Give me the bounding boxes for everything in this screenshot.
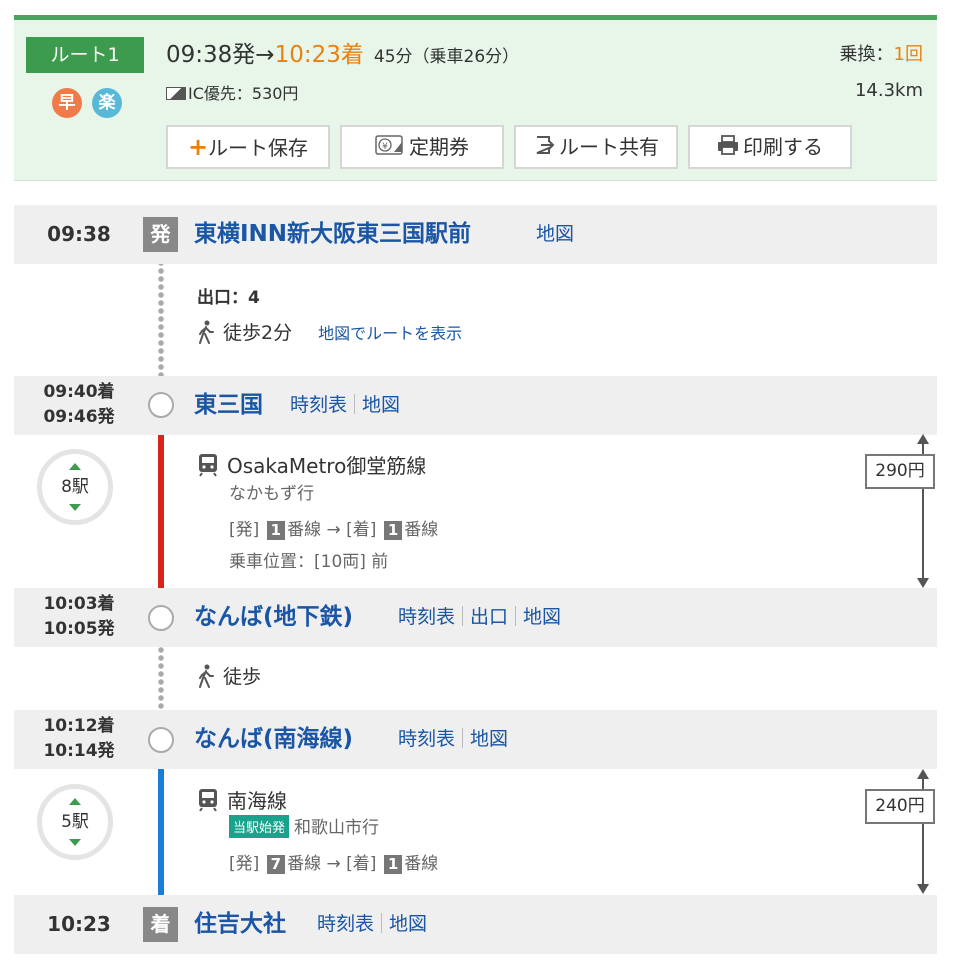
destination-station-row: 10:23 着 住吉大社 時刻表 地図 [14,895,937,954]
expand-up-icon [69,798,81,805]
nankai-line-bar [158,752,164,912]
origin-station-row: 09:38 発 東横INN新大阪東三国駅前 地図 [14,205,937,264]
timetable-link[interactable]: 時刻表 [317,913,374,935]
map-link[interactable]: 地図 [362,394,400,416]
walk-label: 徒歩 [223,666,262,688]
segment-fare: 290円 [865,454,935,489]
map-link[interactable]: 地図 [389,913,427,935]
save-route-button[interactable]: +ルート保存 [166,125,330,169]
transfer-count: 乗換：1回 [839,44,923,65]
walk-duration: 徒歩2分 [223,322,293,344]
time-arrow: → [255,42,275,68]
platform-info: [発] 7 番線 → [着] 1 番線 [229,854,439,874]
map-link[interactable]: 地図 [536,223,574,245]
route-label: ルート1 [26,37,144,73]
map-link[interactable]: 地図 [523,606,561,628]
arrival-time: 10:23 [47,912,111,936]
stop-count-badge[interactable]: 5駅 [37,784,113,860]
station-name[interactable]: なんば(地下鉄) [194,588,353,647]
station-node [148,605,174,631]
exit-link[interactable]: 出口 [470,606,508,628]
station-name[interactable]: 東横INN新大阪東三国駅前 [194,205,471,264]
train-line: OsakaMetro御堂筋線 [197,450,426,479]
platform-info: [発] 1 番線 → [着] 1 番線 [229,520,439,540]
print-button[interactable]: 印刷する [688,125,852,169]
commuter-pass-icon: ¥ [375,135,403,155]
station-node [148,392,174,418]
midosuji-line-bar [158,417,164,607]
duration: 45分（乗車26分） [373,47,520,67]
train-line: 南海線 [197,785,287,814]
walk-segment: 徒歩2分 地図でルートを表示 [197,318,462,345]
walk-segment: 徒歩 [197,662,261,689]
fare-range-bottom-arrow [917,578,929,588]
line-name[interactable]: OsakaMetro御堂筋線 [227,454,426,478]
fare-range-bottom-arrow [917,884,929,894]
walking-icon [199,320,214,344]
map-link[interactable]: 地図 [470,728,508,750]
boarding-position: 乗車位置：[10両] 前 [229,552,389,572]
departure-time: 09:38 [47,222,111,246]
station-name[interactable]: 住吉大社 [194,895,286,954]
arr-dep-times: 10:12着 10:14発 [43,716,115,761]
fastest-badge: 早 [52,88,82,118]
train-icon [199,789,217,812]
stop-count-badge[interactable]: 8駅 [37,449,113,525]
direction: なかもず行 [229,484,314,504]
walk-dotted-line [158,251,164,387]
fare-text: IC優先：530円 [188,84,299,103]
ic-card-icon [166,87,186,100]
route-summary: ルート1 早 楽 09:38発→10:23着 45分（乗車26分） IC優先：53… [14,15,937,181]
segment-fare: 240円 [865,789,935,824]
station-name[interactable]: なんば(南海線) [194,710,353,769]
station-node [148,727,174,753]
easiest-badge: 楽 [92,88,122,118]
line-name[interactable]: 南海線 [227,789,287,813]
station-name[interactable]: 東三国 [194,376,263,435]
direction: 当駅始発 和歌山市行 [229,813,379,838]
train-icon [199,454,217,477]
commuter-pass-button[interactable]: ¥ 定期券 [340,125,504,169]
arr-dep-times: 10:03着 10:05発 [43,594,115,639]
expand-up-icon [69,463,81,470]
departure-time: 09:38発 [166,42,256,68]
show-route-on-map-link[interactable]: 地図でルートを表示 [318,324,462,343]
timetable-link[interactable]: 時刻表 [398,606,455,628]
plus-icon: + [187,133,209,161]
timetable-link[interactable]: 時刻表 [290,394,347,416]
arr-dep-times: 09:40着 09:46発 [43,382,115,427]
printer-icon [718,135,738,155]
timetable-link[interactable]: 時刻表 [398,728,455,750]
expand-down-icon [69,839,81,846]
fare-summary: IC優先：530円 [166,80,298,104]
expand-down-icon [69,504,81,511]
arrival-time: 10:23着 [274,42,364,68]
departure-badge: 発 [143,217,178,252]
share-icon [536,136,555,154]
share-route-button[interactable]: ルート共有 [514,125,678,169]
arrival-badge: 着 [143,907,178,942]
route-times: 09:38発→10:23着 45分（乗車26分） [166,35,519,69]
svg-text:¥: ¥ [382,142,388,152]
first-station-tag: 当駅始発 [229,815,290,838]
exit-number: 出口：4 [197,288,260,308]
walking-icon [199,664,214,688]
distance: 14.3km [854,80,923,101]
